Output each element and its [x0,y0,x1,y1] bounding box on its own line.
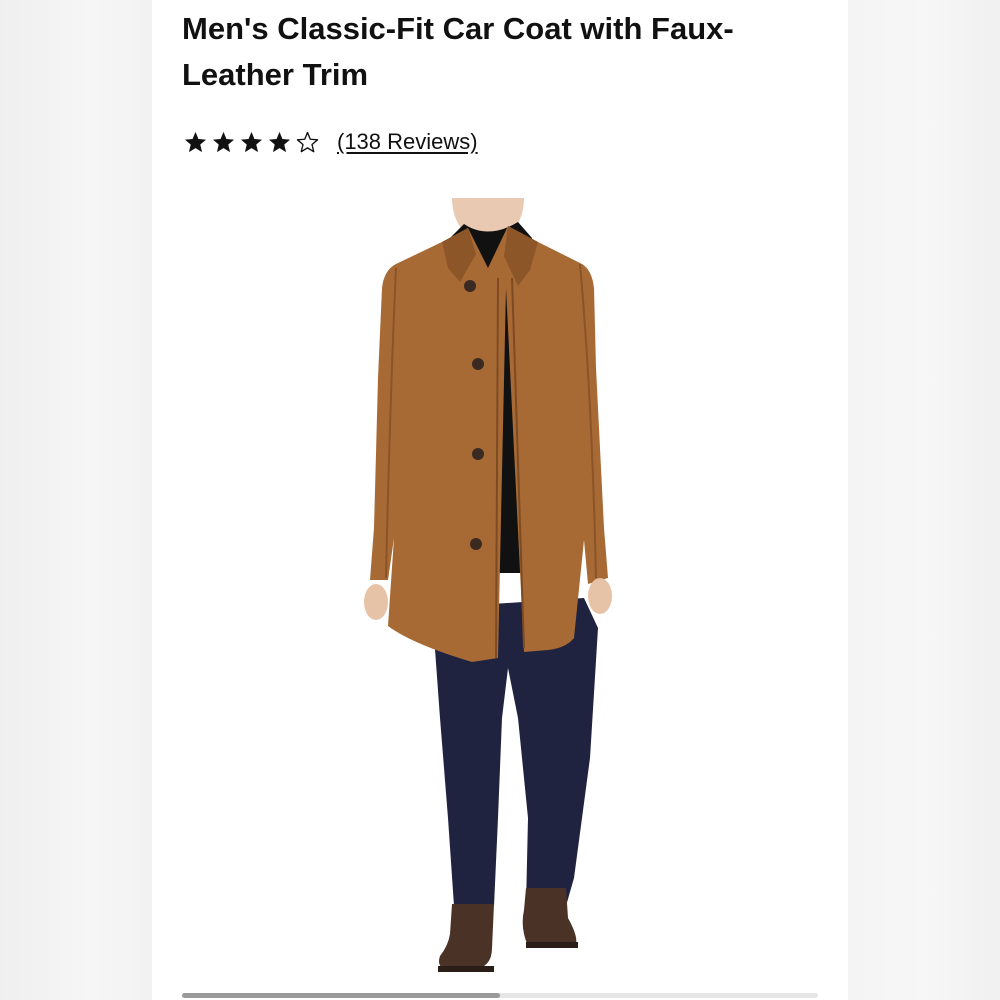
reviews-link[interactable]: (138 Reviews) [337,129,478,155]
coat-button-1 [464,280,476,292]
star-filled-icon [185,131,206,152]
product-rating: (138 Reviews) [184,126,478,158]
outer-background-right [848,0,1000,1000]
rating-stars [184,131,319,154]
product-panel: Men's Classic-Fit Car Coat with Faux-Lea… [152,0,848,1000]
product-image[interactable] [352,198,662,980]
coat-button-4 [470,538,482,550]
image-gallery-scrollbar[interactable] [182,993,818,998]
coat-button-3 [472,448,484,460]
star-filled-icon [269,131,290,152]
product-title: Men's Classic-Fit Car Coat with Faux-Lea… [182,11,734,92]
left-boot [439,904,494,970]
right-hand [588,578,612,614]
star-filled-icon [213,131,234,152]
scrollbar-thumb[interactable] [182,993,500,998]
star-empty-icon [296,131,319,152]
coat-button-2 [472,358,484,370]
star-filled-icon [241,131,262,152]
left-hand [364,584,388,620]
coat-model-illustration [364,198,612,972]
outer-background-left [0,0,152,1000]
coat-body [370,226,608,662]
